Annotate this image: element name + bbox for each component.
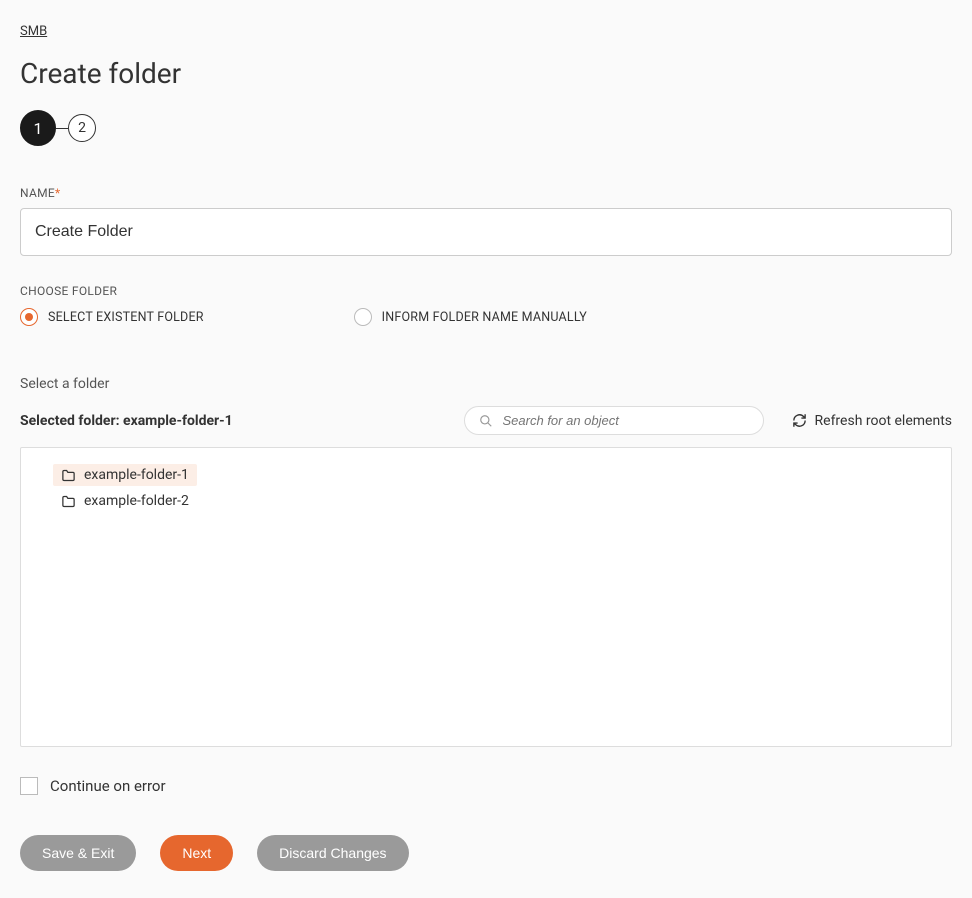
choose-folder-label: CHOOSE FOLDER [20,284,952,298]
next-button[interactable]: Next [160,835,233,871]
breadcrumb-smb[interactable]: SMB [20,24,47,39]
name-label-text: NAME [20,186,55,200]
radio-circle-checked [20,308,38,326]
refresh-root-elements[interactable]: Refresh root elements [792,413,952,429]
refresh-icon [792,413,807,428]
continue-on-error-label: Continue on error [50,777,166,795]
search-icon [479,414,493,428]
stepper: 1 2 [20,110,952,146]
tree-item[interactable]: example-folder-1 [53,464,197,486]
required-star: * [55,186,60,200]
tree-item-label: example-folder-1 [84,467,189,483]
radio-select-existent-label: SELECT EXISTENT FOLDER [48,310,204,325]
selected-row: Selected folder: example-folder-1 Refres… [20,406,952,435]
step-1[interactable]: 1 [20,110,56,146]
name-input[interactable] [20,208,952,256]
tree-item-label: example-folder-2 [84,493,189,509]
search-refresh-group: Refresh root elements [464,406,952,435]
choose-folder-radio-group: SELECT EXISTENT FOLDER INFORM FOLDER NAM… [20,308,952,326]
discard-changes-button[interactable]: Discard Changes [257,835,408,871]
search-box[interactable] [464,406,764,435]
save-exit-button[interactable]: Save & Exit [20,835,136,871]
selected-folder-text: Selected folder: example-folder-1 [20,413,233,429]
radio-select-existent[interactable]: SELECT EXISTENT FOLDER [20,308,204,326]
page-title: Create folder [20,57,952,90]
radio-inform-manual-label: INFORM FOLDER NAME MANUALLY [382,310,587,325]
folder-icon [61,494,76,509]
tree-item[interactable]: example-folder-2 [53,490,197,512]
name-label: NAME* [20,186,952,200]
search-input[interactable] [503,413,749,428]
continue-on-error-checkbox[interactable] [20,777,38,795]
radio-inform-manual[interactable]: INFORM FOLDER NAME MANUALLY [354,308,587,326]
button-row: Save & Exit Next Discard Changes [20,835,952,871]
folder-icon [61,468,76,483]
step-2[interactable]: 2 [68,114,96,142]
continue-on-error-row[interactable]: Continue on error [20,777,952,795]
refresh-label: Refresh root elements [815,413,952,429]
select-folder-heading: Select a folder [20,376,952,392]
folder-tree-panel: example-folder-1 example-folder-2 [20,447,952,747]
radio-circle-unchecked [354,308,372,326]
radio-dot [25,313,33,321]
step-line [56,128,68,129]
